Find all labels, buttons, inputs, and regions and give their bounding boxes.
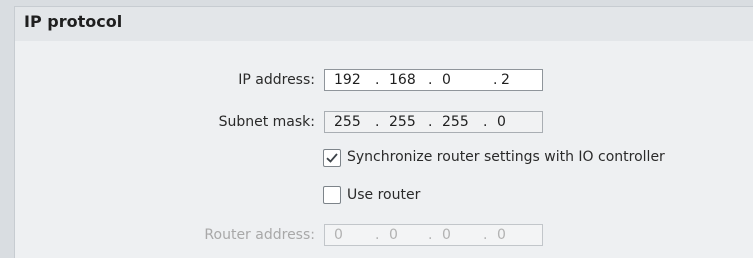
subnet-octet-1[interactable]: 255: [334, 114, 361, 130]
octet-separator: .: [493, 72, 498, 88]
sync-router-checkbox[interactable]: [323, 149, 341, 167]
ip-octet-2[interactable]: 168: [389, 72, 416, 88]
ip-protocol-panel: IP protocol IP address: 192 . 168 . 0 . …: [14, 6, 753, 258]
sync-router-label[interactable]: Synchronize router settings with IO cont…: [347, 149, 665, 165]
use-router-checkbox[interactable]: [323, 186, 341, 204]
octet-separator: .: [375, 227, 380, 243]
section-header: IP protocol: [15, 7, 753, 41]
octet-separator: .: [483, 227, 488, 243]
window-background: IP protocol IP address: 192 . 168 . 0 . …: [0, 0, 753, 258]
router-address-input: 0 . 0 . 0 . 0: [324, 224, 543, 246]
router-octet-4: 0: [497, 227, 506, 243]
octet-separator: .: [483, 114, 488, 130]
subnet-mask-label: Subnet mask:: [218, 114, 315, 130]
octet-separator: .: [428, 114, 433, 130]
ip-address-label: IP address:: [238, 72, 315, 88]
router-octet-2: 0: [389, 227, 398, 243]
subnet-octet-4[interactable]: 0: [497, 114, 506, 130]
ip-address-input[interactable]: 192 . 168 . 0 . 2: [324, 69, 543, 91]
router-octet-3: 0: [442, 227, 451, 243]
ip-octet-4[interactable]: 2: [501, 72, 510, 88]
octet-separator: .: [375, 72, 380, 88]
router-address-label: Router address:: [204, 227, 315, 243]
subnet-octet-2[interactable]: 255: [389, 114, 416, 130]
section-title: IP protocol: [24, 12, 123, 31]
ip-octet-3[interactable]: 0: [442, 72, 451, 88]
ip-octet-1[interactable]: 192: [334, 72, 361, 88]
octet-separator: .: [428, 227, 433, 243]
router-octet-1: 0: [334, 227, 343, 243]
octet-separator: .: [375, 114, 380, 130]
subnet-octet-3[interactable]: 255: [442, 114, 469, 130]
use-router-label[interactable]: Use router: [347, 187, 420, 203]
subnet-mask-input[interactable]: 255 . 255 . 255 . 0: [324, 111, 543, 133]
octet-separator: .: [428, 72, 433, 88]
checkmark-icon: [326, 153, 338, 163]
